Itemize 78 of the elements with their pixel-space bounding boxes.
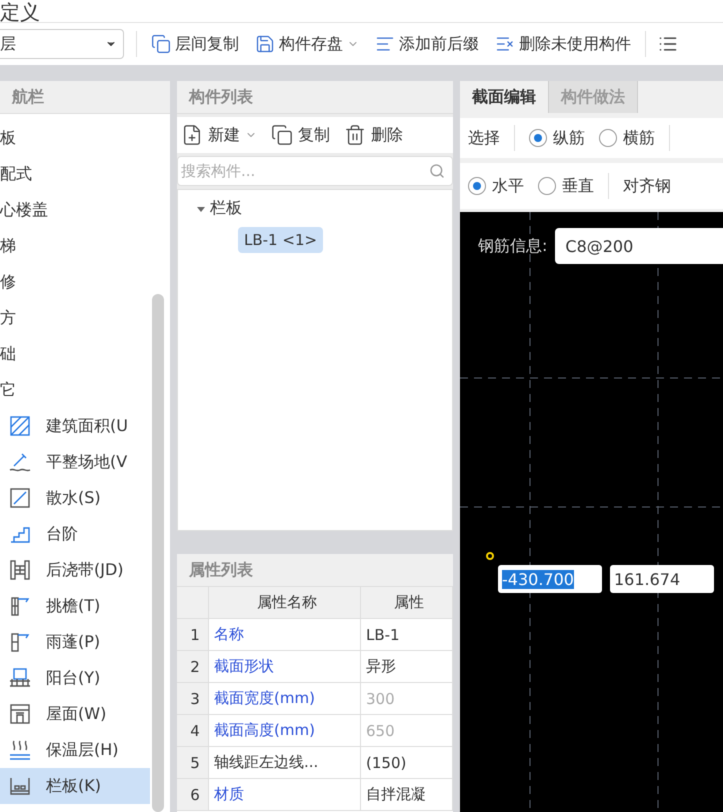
column-header: 属性 <box>361 587 453 619</box>
copy-icon <box>151 34 171 54</box>
nav-item[interactable]: 台阶 <box>0 516 150 552</box>
rebar-info-field[interactable]: C8@200 <box>555 228 723 264</box>
align-label: 对齐钢 <box>623 176 671 196</box>
nav-item[interactable]: 散水(S) <box>0 480 150 516</box>
search-field[interactable]: 搜索构件... <box>177 156 453 186</box>
table-cell: LB-1 <box>361 619 453 651</box>
table-cell: 自拌混凝 <box>361 779 453 811</box>
nav-item[interactable]: 它 <box>0 372 150 408</box>
nav-item[interactable]: 保温层(H) <box>0 732 150 768</box>
row-number: 1 <box>177 619 209 651</box>
radio-option[interactable]: 垂直 <box>538 176 594 196</box>
nav-item[interactable]: 梯 <box>0 228 150 264</box>
nav-item[interactable]: 雨蓬(P) <box>0 624 150 660</box>
tree-node[interactable]: 栏板 <box>196 198 452 219</box>
nav-item[interactable]: 配式 <box>0 156 150 192</box>
toolbar-button[interactable]: 层间复制 <box>149 34 241 54</box>
coordinate-field[interactable]: 161.674 <box>610 565 714 593</box>
grid-frame-icon <box>8 558 32 582</box>
radio-option[interactable]: 水平 <box>468 176 524 196</box>
nav-item[interactable]: 后浇带(JD) <box>0 552 150 588</box>
nav-item[interactable]: 板 <box>0 120 150 156</box>
nav-item[interactable]: 挑檐(T) <box>0 588 150 624</box>
row-number: 6 <box>177 779 209 811</box>
table-cell: 截面高度(mm) <box>209 715 361 747</box>
copy-icon <box>271 124 293 146</box>
nav-item[interactable]: 平整场地(V <box>0 444 150 480</box>
action-button[interactable]: 新建 <box>181 124 257 146</box>
table-cell: 650 <box>361 715 453 747</box>
action-button[interactable]: 删除 <box>344 124 403 146</box>
nav-item[interactable]: 屋面(W) <box>0 696 150 732</box>
drawing-canvas[interactable]: 钢筋信息: C8@200 -430.700 161.674 <box>460 212 723 812</box>
scrollbar-thumb[interactable] <box>152 294 164 812</box>
window-title: 定义 <box>0 2 40 22</box>
radio-option[interactable]: 纵筋 <box>529 128 585 148</box>
panel-header: 属性列表 <box>177 554 453 587</box>
floor-select[interactable]: 层 <box>0 29 124 59</box>
nav-item[interactable]: 心楼盖 <box>0 192 150 228</box>
panel-header: 航栏 <box>0 81 170 114</box>
tree-item[interactable]: LB-1 <1> <box>238 227 324 253</box>
row-number: 3 <box>177 683 209 715</box>
table-cell: 截面形状 <box>209 651 361 683</box>
coordinate-field[interactable]: -430.700 <box>498 565 602 593</box>
point-marker <box>486 552 494 560</box>
nav-item[interactable]: 栏板(K) <box>0 768 150 804</box>
hatched-square-icon <box>8 414 32 438</box>
square-diagonal-icon <box>8 486 32 510</box>
table-cell: (150) <box>361 747 453 779</box>
action-button[interactable]: 复制 <box>271 124 330 146</box>
table-cell: 名称 <box>209 619 361 651</box>
table-corner-cell <box>177 587 209 619</box>
save-icon <box>255 34 275 54</box>
row-number: 2 <box>177 651 209 683</box>
table-cell: 材质 <box>209 779 361 811</box>
row-number: 4 <box>177 715 209 747</box>
toolbar-button[interactable]: 构件存盘 <box>253 34 361 54</box>
toolbar-button[interactable]: 删除未使用构件 <box>493 34 633 54</box>
new-file-icon <box>181 124 203 146</box>
nav-item[interactable]: 方 <box>0 300 150 336</box>
radio-option[interactable]: 横筋 <box>599 128 655 148</box>
column-header: 属性名称 <box>209 587 361 619</box>
nav-item[interactable]: 础 <box>0 336 150 372</box>
row-number: 5 <box>177 747 209 779</box>
table-cell: 300 <box>361 683 453 715</box>
trash-icon <box>344 124 366 146</box>
table-cell: 异形 <box>361 651 453 683</box>
rebar-info-label: 钢筋信息: <box>478 236 548 256</box>
table-cell: 轴线距左边线... <box>209 747 361 779</box>
nav-item[interactable]: 阳台(Y) <box>0 660 150 696</box>
nav-item[interactable]: 建筑面积(U <box>0 408 150 444</box>
heat-waves-icon <box>8 738 32 762</box>
search-icon[interactable] <box>429 163 445 179</box>
storefront-icon <box>8 702 32 726</box>
table-cell: 截面宽度(mm) <box>209 683 361 715</box>
toolbar-button[interactable]: 添加前后缀 <box>373 34 481 54</box>
select-label: 选择 <box>468 128 500 148</box>
nav-item[interactable]: 修 <box>0 264 150 300</box>
